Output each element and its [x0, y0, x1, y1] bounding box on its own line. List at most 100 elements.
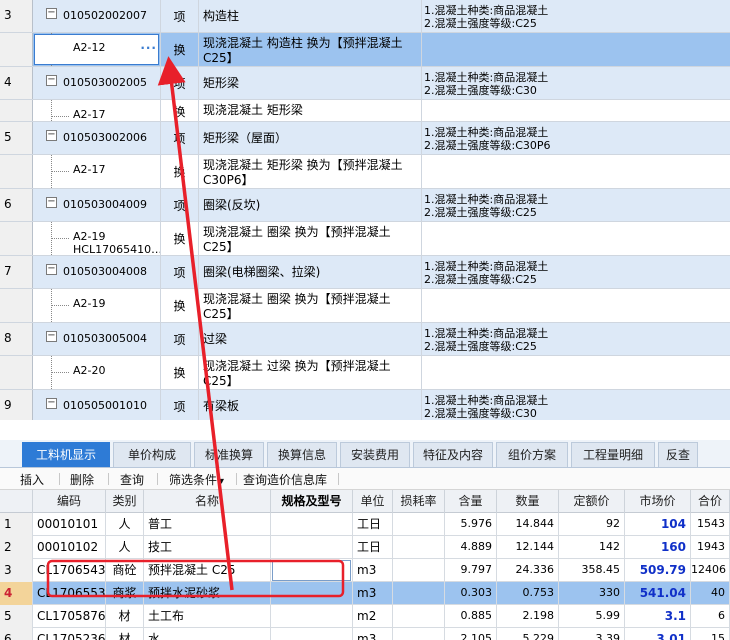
- quota-sub-row[interactable]: A2-19 HCL17065410… 换现浇混凝土 圈梁 换为【预拌混凝土 C25…: [0, 222, 730, 256]
- collapse-toggle-icon[interactable]: −: [46, 331, 57, 342]
- name-cell[interactable]: 现浇混凝土 过梁 换为【预拌混凝土 C25】: [199, 356, 422, 389]
- cell-loss[interactable]: [393, 628, 445, 640]
- code-cell[interactable]: −010503002005: [33, 67, 161, 99]
- feature-cell[interactable]: [422, 100, 730, 121]
- cell-cat[interactable]: 材: [106, 605, 144, 628]
- bill-item-row[interactable]: 6−010503004009 项圈梁(反坎) 1.混凝土种类:商品混凝土 2.混凝土强…: [0, 189, 730, 222]
- cell-quota[interactable]: 3.39: [559, 628, 625, 640]
- quota-sub-row[interactable]: A2-19 换现浇混凝土 圈梁 换为【预拌混凝土 C25】: [0, 289, 730, 323]
- column-header[interactable]: 类别: [106, 490, 144, 513]
- collapse-toggle-icon[interactable]: −: [46, 264, 57, 275]
- name-cell[interactable]: 圈梁(电梯圈梁、拉梁): [199, 256, 422, 288]
- table-row[interactable]: 2 00010102 人技工 工日 4.889 12.144 142 160 1943: [0, 536, 730, 559]
- cell-code[interactable]: CL17065530: [33, 582, 106, 605]
- tab-2[interactable]: 标准换算: [194, 442, 264, 467]
- cell-total[interactable]: 1543: [691, 513, 730, 536]
- name-cell[interactable]: 有梁板: [199, 390, 422, 420]
- feature-cell[interactable]: [422, 289, 730, 322]
- cell-quota[interactable]: 358.45: [559, 559, 625, 582]
- quota-sub-row[interactable]: A2-20 换现浇混凝土 过梁 换为【预拌混凝土 C25】: [0, 356, 730, 390]
- name-cell[interactable]: 矩形梁（屋面）: [199, 122, 422, 154]
- cell-loss[interactable]: [393, 513, 445, 536]
- cell-name[interactable]: 技工: [144, 536, 271, 559]
- cell-loss[interactable]: [393, 582, 445, 605]
- tab-3[interactable]: 换算信息: [267, 442, 337, 467]
- table-row[interactable]: 5 CL17058760 材土工布 m2 0.885 2.198 5.99 3.1 6: [0, 605, 730, 628]
- feature-cell[interactable]: 1.混凝土种类:商品混凝土 2.混凝土强度等级:C25: [422, 189, 730, 221]
- name-cell[interactable]: 现浇混凝土 构造柱 换为【预拌混凝土 C25】: [199, 33, 422, 66]
- feature-cell[interactable]: 1.混凝土种类:商品混凝土 2.混凝土强度等级:C30P6: [422, 122, 730, 154]
- code-cell[interactable]: A2-20: [33, 356, 161, 389]
- cell-qty[interactable]: 0.753: [497, 582, 559, 605]
- name-cell[interactable]: 构造柱: [199, 0, 422, 32]
- cell-unit[interactable]: 工日: [353, 513, 393, 536]
- cell-code[interactable]: CL17065430: [33, 559, 106, 582]
- feature-cell[interactable]: 1.混凝土种类:商品混凝土 2.混凝土强度等级:C25: [422, 323, 730, 355]
- cell-qty[interactable]: 14.844: [497, 513, 559, 536]
- tab-8[interactable]: 反查: [658, 442, 698, 467]
- feature-cell[interactable]: 1.混凝土种类:商品混凝土 2.混凝土强度等级:C30: [422, 390, 730, 420]
- code-cell[interactable]: −010503005004: [33, 323, 161, 355]
- cell-loss[interactable]: [393, 605, 445, 628]
- code-cell[interactable]: A2-19: [33, 289, 161, 322]
- code-cell[interactable]: −010503004009: [33, 189, 161, 221]
- code-cell[interactable]: −010502002007: [33, 0, 161, 32]
- name-cell[interactable]: 圈梁(反坎): [199, 189, 422, 221]
- cell-code[interactable]: CL17058760: [33, 605, 106, 628]
- cell-total[interactable]: 15: [691, 628, 730, 640]
- feature-cell[interactable]: [422, 222, 730, 255]
- cell-name[interactable]: 预拌混凝土 C25: [144, 559, 271, 582]
- cell-total[interactable]: 12406: [691, 559, 730, 582]
- cell-spec[interactable]: [271, 628, 353, 640]
- cell-content[interactable]: 2.105: [445, 628, 497, 640]
- cell-unit[interactable]: m3: [353, 628, 393, 640]
- cell-name[interactable]: 预拌水泥砂浆: [144, 582, 271, 605]
- cell-content[interactable]: 0.885: [445, 605, 497, 628]
- table-row[interactable]: 3 CL17065430 商砼 预拌混凝土 C25 m3 9.797 24.336 358.4…: [0, 559, 730, 582]
- cell-market[interactable]: 160: [625, 536, 691, 559]
- cell-total[interactable]: 1943: [691, 536, 730, 559]
- cell-quota[interactable]: 330: [559, 582, 625, 605]
- cell-loss[interactable]: [393, 559, 445, 582]
- cell-code[interactable]: CL17052360: [33, 628, 106, 640]
- column-header[interactable]: 规格及型号: [271, 490, 353, 513]
- tab-4[interactable]: 安装费用: [340, 442, 410, 467]
- delete-button[interactable]: 删除: [70, 471, 94, 488]
- cell-spec[interactable]: [271, 513, 353, 536]
- name-cell[interactable]: 矩形梁: [199, 67, 422, 99]
- column-header[interactable]: 单位: [353, 490, 393, 513]
- query-button[interactable]: 查询: [120, 471, 144, 488]
- cell-unit[interactable]: m3: [353, 559, 393, 582]
- bill-item-row[interactable]: 3−010502002007 项构造柱 1.混凝土种类:商品混凝土 2.混凝土强度等级…: [0, 0, 730, 33]
- cell-content[interactable]: 0.303: [445, 582, 497, 605]
- cell-spec[interactable]: [271, 582, 353, 605]
- feature-cell[interactable]: [422, 155, 730, 188]
- cell-content[interactable]: 4.889: [445, 536, 497, 559]
- cell-market[interactable]: 104: [625, 513, 691, 536]
- feature-cell[interactable]: 1.混凝土种类:商品混凝土 2.混凝土强度等级:C30: [422, 67, 730, 99]
- code-cell[interactable]: ··· A2-12: [33, 33, 161, 66]
- quota-sub-row[interactable]: A2-17 换现浇混凝土 矩形梁 换为【预拌混凝土 C30P6】: [0, 155, 730, 189]
- bill-item-row[interactable]: 4−010503002005 项矩形梁 1.混凝土种类:商品混凝土 2.混凝土强度等级…: [0, 67, 730, 100]
- cell-unit[interactable]: m3: [353, 582, 393, 605]
- cell-content[interactable]: 9.797: [445, 559, 497, 582]
- cell-loss[interactable]: [393, 536, 445, 559]
- insert-button[interactable]: 插入: [20, 471, 44, 488]
- collapse-toggle-icon[interactable]: −: [46, 75, 57, 86]
- cell-qty[interactable]: 24.336: [497, 559, 559, 582]
- column-header[interactable]: [0, 490, 33, 513]
- tab-0[interactable]: 工料机显示: [22, 442, 110, 467]
- cell-cat[interactable]: 人: [106, 536, 144, 559]
- column-header[interactable]: 合价: [691, 490, 730, 513]
- column-header[interactable]: 编码: [33, 490, 106, 513]
- bill-item-row[interactable]: 9−010505001010 项有梁板 1.混凝土种类:商品混凝土 2.混凝土强度等级…: [0, 390, 730, 420]
- feature-cell[interactable]: 1.混凝土种类:商品混凝土 2.混凝土强度等级:C25: [422, 0, 730, 32]
- cell-total[interactable]: 6: [691, 605, 730, 628]
- cell-unit[interactable]: m2: [353, 605, 393, 628]
- cell-name[interactable]: 土工布: [144, 605, 271, 628]
- cell-name[interactable]: 普工: [144, 513, 271, 536]
- feature-cell[interactable]: [422, 356, 730, 389]
- cell-unit[interactable]: 工日: [353, 536, 393, 559]
- cell-content[interactable]: 5.976: [445, 513, 497, 536]
- collapse-toggle-icon[interactable]: −: [46, 398, 57, 409]
